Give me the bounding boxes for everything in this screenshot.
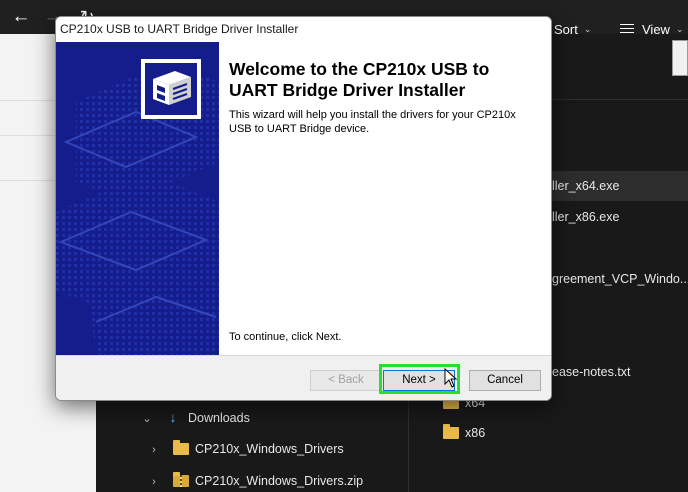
view-label: View: [642, 22, 670, 37]
file-name: greement_VCP_Windo...: [552, 272, 688, 286]
file-name: ller_x86.exe: [552, 210, 620, 224]
nav-item-drivers-folder[interactable]: › CP210x_Windows_Drivers: [147, 435, 344, 463]
file-row[interactable]: ease-notes.txt: [552, 357, 688, 387]
installer-dialog: CP210x USB to UART Bridge Driver Install…: [55, 16, 552, 401]
file-name: ease-notes.txt: [552, 365, 631, 379]
file-name: ller_x64.exe: [552, 179, 620, 193]
view-icon: [620, 21, 634, 36]
folder-row-x86[interactable]: x86: [443, 419, 485, 447]
file-row[interactable]: ller_x86.exe: [552, 202, 688, 232]
sort-label: Sort: [554, 22, 578, 37]
nav-item-label: CP210x_Windows_Drivers: [195, 442, 344, 456]
pane-divider[interactable]: [408, 390, 409, 492]
folder-icon: [443, 423, 459, 439]
back-arrow-icon[interactable]: ←: [8, 4, 34, 30]
nav-item-downloads[interactable]: ⌄ ↓ Downloads: [140, 403, 250, 433]
back-button[interactable]: < Back: [310, 370, 382, 391]
folder-icon: [173, 439, 189, 455]
chevron-down-icon: ⌄: [583, 24, 592, 34]
folder-name: x86: [465, 426, 486, 440]
column-header: [552, 72, 688, 100]
chevron-right-icon[interactable]: ›: [147, 436, 161, 464]
preview-thumbnail: [672, 40, 688, 76]
chip-icon: [153, 71, 191, 105]
nav-item-label: Downloads: [188, 411, 250, 425]
welcome-description: This wizard will help you install the dr…: [229, 109, 516, 135]
dialog-titlebar[interactable]: CP210x USB to UART Bridge Driver Install…: [56, 17, 551, 42]
view-button[interactable]: View ⌄: [620, 20, 684, 40]
zip-folder-icon: [173, 471, 189, 487]
download-icon: ↓: [169, 409, 177, 425]
file-row[interactable]: greement_VCP_Windo...: [552, 264, 688, 294]
chevron-down-icon[interactable]: ⌄: [140, 405, 154, 433]
dialog-button-bar: < Back Next > Cancel: [56, 355, 551, 400]
sort-button[interactable]: Sort ⌄: [554, 20, 591, 40]
wizard-content: Welcome to the CP210x USB to UART Bridge…: [219, 42, 551, 355]
installer-logo: [141, 59, 201, 119]
chevron-right-icon[interactable]: ›: [147, 468, 161, 492]
cancel-button[interactable]: Cancel: [469, 370, 541, 391]
welcome-heading: Welcome to the CP210x USB to UART Bridge…: [229, 59, 490, 100]
wizard-banner: [56, 42, 219, 355]
dialog-title: CP210x USB to UART Bridge Driver Install…: [60, 22, 299, 36]
nav-item-label: CP210x_Windows_Drivers.zip: [195, 474, 364, 488]
continue-instruction: To continue, click Next.: [229, 331, 342, 343]
chevron-down-icon: ⌄: [675, 24, 684, 34]
file-row[interactable]: ller_x64.exe: [552, 171, 688, 201]
nav-item-drivers-zip[interactable]: › CP210x_Windows_Drivers.zip: [147, 467, 363, 492]
mouse-cursor-icon: [444, 368, 458, 388]
